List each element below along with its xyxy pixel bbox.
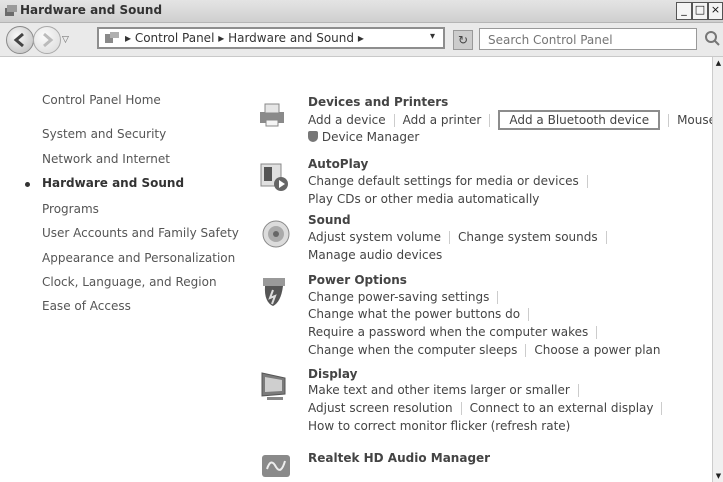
change-power-buttons-link[interactable]: Change what the power buttons do	[308, 307, 520, 321]
forward-button[interactable]	[33, 26, 61, 54]
back-button[interactable]	[6, 26, 34, 54]
refresh-icon: ↻	[457, 33, 469, 47]
device-manager-link[interactable]: Device Manager	[322, 130, 419, 144]
nav-user-accounts[interactable]: User Accounts and Family Safety	[42, 226, 239, 240]
close-button[interactable]: ×	[708, 2, 723, 20]
display-title[interactable]: Display	[308, 367, 357, 381]
separator	[605, 231, 607, 244]
add-bluetooth-device-link[interactable]: Add a Bluetooth device	[498, 110, 661, 130]
search-input[interactable]	[486, 30, 690, 50]
shield-icon	[308, 131, 318, 142]
power-options-title[interactable]: Power Options	[308, 273, 407, 287]
monitor-icon	[261, 372, 286, 400]
power-row-3: Require a password when the computer wak…	[308, 325, 605, 339]
nav-network-and-internet[interactable]: Network and Internet	[42, 152, 170, 166]
separator	[393, 114, 395, 127]
require-password-link[interactable]: Require a password when the computer wak…	[308, 325, 588, 339]
display-row-2: Adjust screen resolution Connect to an ex…	[308, 401, 670, 415]
breadcrumb-chevron[interactable]: ▸	[358, 31, 364, 45]
recent-pages-dropdown-icon[interactable]: ▽	[62, 35, 72, 45]
power-row-4: Change when the computer sleeps Choose a …	[308, 343, 661, 357]
add-a-device-link[interactable]: Add a device	[308, 113, 386, 127]
breadcrumb-item-control-panel[interactable]: ▸ Control Panel	[125, 31, 214, 45]
autoplay-row-2: Play CDs or other media automatically	[308, 192, 539, 206]
refresh-button[interactable]: ↻	[453, 30, 473, 50]
sound-row-1: Adjust system volume Change system sounds	[308, 230, 615, 244]
control-panel-icon	[105, 32, 119, 43]
maximize-button[interactable]: □	[692, 2, 708, 20]
sound-row-2: Manage audio devices	[308, 248, 442, 262]
separator	[596, 326, 598, 339]
sound-title[interactable]: Sound	[308, 213, 351, 227]
connect-external-display-link[interactable]: Connect to an external display	[470, 401, 654, 415]
separator	[448, 231, 450, 244]
display-row-3: How to correct monitor flicker (refresh …	[308, 419, 570, 433]
display-row-1: Make text and other items larger or smal…	[308, 383, 587, 397]
nav-control-panel-home[interactable]: Control Panel Home	[42, 93, 161, 107]
current-item-bullet	[25, 182, 30, 187]
vertical-scrollbar[interactable]: ▲ ▼	[712, 57, 723, 482]
search-box	[479, 28, 697, 50]
back-arrow-icon	[13, 32, 24, 48]
power-row-1: Change power-saving settings	[308, 290, 506, 304]
separator	[497, 291, 499, 304]
power-icon	[263, 278, 285, 306]
play-cds-link[interactable]: Play CDs or other media automatically	[308, 192, 539, 206]
nav-system-and-security[interactable]: System and Security	[42, 127, 166, 141]
title-bar: Hardware and Sound _ □ ×	[0, 0, 723, 23]
search-icon[interactable]	[703, 29, 721, 47]
scroll-up-arrow-icon[interactable]: ▲	[713, 57, 723, 69]
separator	[586, 175, 588, 188]
change-system-sounds-link[interactable]: Change system sounds	[458, 230, 598, 244]
window-title: Hardware and Sound	[20, 3, 163, 17]
separator	[460, 402, 462, 415]
speaker-icon	[262, 220, 290, 248]
change-default-settings-link[interactable]: Change default settings for media or dev…	[308, 174, 579, 188]
choose-power-plan-link[interactable]: Choose a power plan	[534, 343, 660, 357]
adjust-screen-resolution-link[interactable]: Adjust screen resolution	[308, 401, 453, 415]
nav-ease-of-access[interactable]: Ease of Access	[42, 299, 131, 313]
add-a-printer-link[interactable]: Add a printer	[403, 113, 482, 127]
separator	[528, 308, 530, 321]
forward-arrow-icon	[43, 32, 54, 48]
nav-appearance[interactable]: Appearance and Personalization	[42, 251, 235, 265]
autoplay-row-1: Change default settings for media or dev…	[308, 174, 596, 188]
change-sleep-link[interactable]: Change when the computer sleeps	[308, 343, 517, 357]
address-bar[interactable]: ▸ Control Panel ▸ Hardware and Sound ▸ ▾	[97, 27, 445, 49]
control-panel-icon	[5, 5, 17, 16]
breadcrumb: ▸ Control Panel ▸ Hardware and Sound ▸	[125, 31, 364, 45]
nav-hardware-and-sound: Hardware and Sound	[42, 176, 185, 190]
printer-icon	[260, 103, 284, 127]
autoplay-title[interactable]: AutoPlay	[308, 157, 368, 171]
audio-manager-icon	[262, 455, 290, 477]
make-text-larger-link[interactable]: Make text and other items larger or smal…	[308, 383, 570, 397]
navigation-bar: ▽ ▸ Control Panel ▸ Hardware and Sound ▸…	[0, 23, 723, 57]
monitor-flicker-link[interactable]: How to correct monitor flicker (refresh …	[308, 419, 570, 433]
scroll-down-arrow-icon[interactable]: ▼	[713, 470, 723, 482]
minimize-button[interactable]: _	[676, 2, 692, 20]
devices-and-printers-title[interactable]: Devices and Printers	[308, 95, 448, 109]
separator	[489, 114, 491, 127]
separator	[668, 114, 670, 127]
realtek-title[interactable]: Realtek HD Audio Manager	[308, 451, 490, 465]
address-dropdown-icon[interactable]: ▾	[430, 31, 435, 42]
manage-audio-devices-link[interactable]: Manage audio devices	[308, 248, 442, 262]
separator	[577, 384, 579, 397]
autoplay-icon	[260, 163, 288, 191]
power-row-2: Change what the power buttons do	[308, 307, 537, 321]
nav-programs[interactable]: Programs	[42, 202, 99, 216]
separator	[661, 402, 663, 415]
devices-and-printers-links: Add a device Add a printer Add a Bluetooth…	[308, 110, 723, 130]
separator	[525, 344, 527, 357]
mouse-link[interactable]: Mouse	[677, 113, 716, 127]
change-power-saving-link[interactable]: Change power-saving settings	[308, 290, 489, 304]
breadcrumb-item-hardware-and-sound[interactable]: ▸ Hardware and Sound	[218, 31, 354, 45]
adjust-system-volume-link[interactable]: Adjust system volume	[308, 230, 441, 244]
nav-clock-language-region[interactable]: Clock, Language, and Region	[42, 275, 217, 289]
device-manager-row: Device Manager	[308, 130, 419, 144]
